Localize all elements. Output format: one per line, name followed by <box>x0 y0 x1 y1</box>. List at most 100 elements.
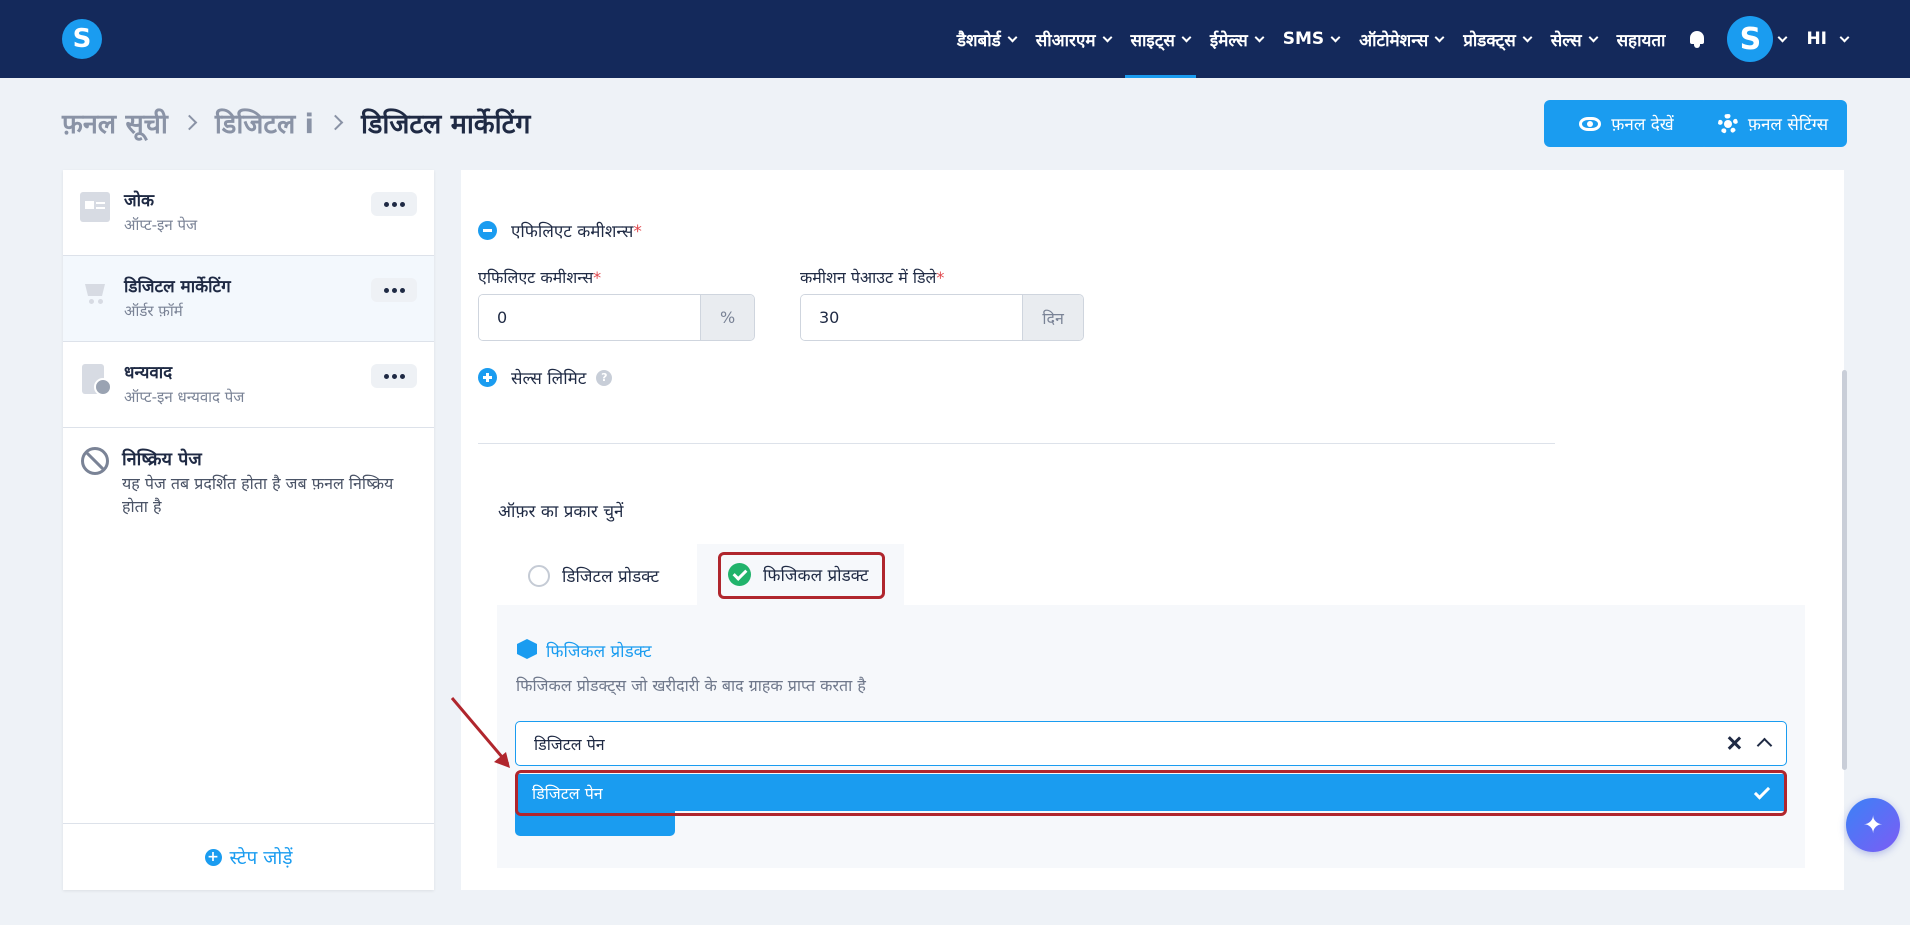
nav-sales[interactable]: सेल्स <box>1550 0 1599 78</box>
nav-emails[interactable]: ईमेल्स <box>1209 0 1265 78</box>
top-navbar: S डैशबोर्ड सीआरएम साइट्स ईमेल्स SMS ऑटोम… <box>0 0 1910 78</box>
chevron-down-icon <box>1588 32 1599 42</box>
step-item[interactable]: जोक ऑप्ट-इन पेज <box>63 170 434 256</box>
payout-delay-label: कमीशन पेआउट में डिले* <box>800 268 945 287</box>
steps-sidebar: जोक ऑप्ट-इन पेज डिजिटल मार्केटिंग ऑर्डर … <box>63 170 434 890</box>
inactive-page-title[interactable]: निष्क्रिय पेज <box>122 447 202 471</box>
highlight-box <box>718 552 885 599</box>
add-step-button[interactable]: + स्टेप जोड़ें <box>63 823 434 890</box>
nav-sites[interactable]: साइट्स <box>1124 0 1197 78</box>
language-label: HI <box>1806 29 1827 49</box>
step-more-button[interactable] <box>371 278 417 302</box>
chevron-down-icon <box>1522 32 1533 42</box>
sparkle-icon: ✦ <box>1862 811 1884 839</box>
step-title: जोक <box>124 191 155 211</box>
nav-label: डैशबोर्ड <box>956 30 1001 51</box>
nav-label: सहायता <box>1616 30 1666 51</box>
percent-addon: % <box>700 295 754 340</box>
chevron-down-icon <box>1254 32 1265 42</box>
breadcrumb: फ़नल सूची डिजिटल i डिजिटल मार्केटिंग <box>62 104 530 141</box>
step-title: धन्यवाद <box>124 363 173 383</box>
language-selector[interactable]: HI <box>1806 0 1850 78</box>
nav-label: प्रोडक्ट्स <box>1463 30 1516 51</box>
annotation-arrow <box>450 697 510 768</box>
ai-assistant-button[interactable]: ✦ <box>1846 798 1900 852</box>
button-label: फ़नल सेटिंग्स <box>1747 115 1829 135</box>
payout-delay-input[interactable] <box>801 295 1023 340</box>
nav-label: सेल्स <box>1550 30 1582 51</box>
nav-label: साइट्स <box>1130 30 1175 51</box>
offer-type-label: ऑफ़र का प्रकार चुनें <box>498 502 624 522</box>
help-icon[interactable]: ? <box>596 369 613 386</box>
nav-sms[interactable]: SMS <box>1282 0 1341 78</box>
chevron-right-icon <box>327 114 344 131</box>
nav-crm[interactable]: सीआरएम <box>1035 0 1112 78</box>
funnel-settings-button[interactable]: फ़नल सेटिंग्स <box>1699 100 1847 147</box>
avatar[interactable]: S <box>1727 16 1774 62</box>
view-funnel-button[interactable]: फ़नल देखें <box>1544 100 1709 147</box>
app-logo[interactable]: S <box>62 19 102 59</box>
nav-products[interactable]: प्रोडक्ट्स <box>1463 0 1533 78</box>
page-icon <box>80 192 110 222</box>
plus-circle-icon <box>478 368 497 387</box>
chevron-down-icon <box>1181 32 1192 42</box>
chevron-right-icon <box>181 114 198 131</box>
highlight-box <box>515 770 1787 816</box>
button-label: स्टेप जोड़ें <box>229 847 293 869</box>
close-icon[interactable] <box>1726 735 1742 751</box>
section-title: एफिलिएट कमीशन्स <box>511 222 634 242</box>
product-select[interactable] <box>515 721 1787 766</box>
chevron-down-icon <box>1007 32 1018 42</box>
step-subtitle: ऑप्ट-इन धन्यवाद पेज <box>124 388 245 406</box>
bell-icon[interactable] <box>1687 29 1707 49</box>
divider <box>478 443 1555 444</box>
chevron-down-icon <box>1434 32 1445 42</box>
physical-product-description: फिजिकल प्रोडक्ट्स जो खरीदारी के बाद ग्रा… <box>516 676 866 695</box>
step-item-active[interactable]: डिजिटल मार्केटिंग ऑर्डर फ़ॉर्म <box>63 256 434 342</box>
nav-label: ईमेल्स <box>1209 30 1248 51</box>
sales-limit-toggle[interactable]: सेल्स लिमिट ? <box>478 366 613 389</box>
product-search-input[interactable] <box>534 722 1534 765</box>
nav-label: सीआरएम <box>1035 30 1096 51</box>
affiliate-commission-field: % <box>478 294 755 341</box>
nav-label: SMS <box>1282 29 1325 49</box>
scrollbar[interactable] <box>1842 370 1847 770</box>
nav-label: ऑटोमेशन्स <box>1359 30 1429 51</box>
clipboard-check-icon <box>82 364 112 396</box>
radio-unchecked-icon <box>528 564 550 587</box>
plus-icon: + <box>204 848 222 866</box>
affiliate-commission-input[interactable] <box>479 295 701 340</box>
breadcrumb-funnel[interactable]: डिजिटल i <box>215 104 314 141</box>
step-subtitle: ऑर्डर फ़ॉर्म <box>124 302 183 320</box>
main-nav: डैशबोर्ड सीआरएम साइट्स ईमेल्स SMS ऑटोमेश… <box>937 0 1910 78</box>
step-title: डिजिटल मार्केटिंग <box>124 277 231 297</box>
cart-icon <box>80 278 110 308</box>
minus-circle-icon <box>478 221 497 240</box>
nav-dashboard[interactable]: डैशबोर्ड <box>956 0 1018 78</box>
affiliate-commission-label: एफिलिएट कमीशन्स* <box>478 268 602 287</box>
gear-icon <box>1717 113 1738 134</box>
option-label: डिजिटल प्रोडक्ट <box>562 567 660 587</box>
digital-product-option[interactable]: डिजिटल प्रोडक्ट <box>528 564 659 587</box>
chevron-down-icon <box>1330 32 1341 42</box>
section-title: सेल्स लिमिट <box>511 369 587 389</box>
nav-automations[interactable]: ऑटोमेशन्स <box>1359 0 1445 78</box>
chevron-down-icon <box>1839 32 1850 42</box>
step-subtitle: ऑप्ट-इन पेज <box>124 216 198 234</box>
days-addon: दिन <box>1022 295 1083 340</box>
breadcrumb-funnel-list[interactable]: फ़नल सूची <box>62 104 168 141</box>
payout-delay-field: दिन <box>800 294 1084 341</box>
nav-help[interactable]: सहायता <box>1617 0 1666 78</box>
page-title: डिजिटल मार्केटिंग <box>360 109 531 140</box>
eye-icon <box>1579 116 1602 131</box>
ban-icon <box>81 447 109 475</box>
chevron-up-icon[interactable] <box>1756 737 1773 754</box>
chevron-down-icon <box>1777 32 1788 42</box>
affiliate-section-toggle[interactable]: एफिलिएट कमीशन्स* <box>478 219 642 242</box>
avatar-menu-toggle[interactable] <box>1777 0 1788 78</box>
step-more-button[interactable] <box>371 364 417 388</box>
step-more-button[interactable] <box>371 192 417 216</box>
physical-product-title: फिजिकल प्रोडक्ट <box>546 642 652 662</box>
step-item[interactable]: धन्यवाद ऑप्ट-इन धन्यवाद पेज <box>63 342 434 428</box>
chevron-down-icon <box>1102 32 1112 42</box>
